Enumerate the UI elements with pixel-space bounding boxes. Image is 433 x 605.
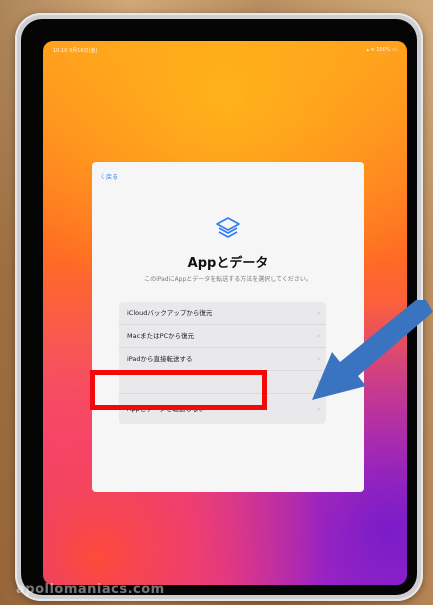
page-title: Appとデータ	[187, 256, 269, 271]
app-stack-icon	[216, 217, 240, 238]
back-button[interactable]: 〈 戻る	[98, 172, 118, 181]
battery-icon: ▭	[392, 47, 397, 53]
back-label: 戻る	[105, 174, 118, 181]
option-mac-pc-restore[interactable]: MacまたはPCから復元 ›	[119, 325, 326, 348]
signal-icon: ▴ ≋	[366, 47, 377, 53]
option-icloud-restore[interactable]: iCloudバックアップから復元 ›	[119, 302, 326, 325]
red-highlight-box	[90, 370, 267, 410]
watermark: apollomaniacs.com	[16, 582, 165, 597]
battery-level: 100%	[376, 47, 391, 53]
status-bar: 10:10 9月16日(金) ▴ ≋ 100% ▭	[43, 41, 407, 57]
status-time: 10:10 9月16日(金)	[53, 48, 98, 54]
option-label: iCloudバックアップから復元	[127, 309, 213, 317]
option-ipad-direct-transfer[interactable]: iPadから直接転送する ›	[119, 348, 326, 371]
option-label: MacまたはPCから復元	[127, 332, 195, 340]
chevron-left-icon: 〈	[98, 174, 105, 181]
page-subtitle: このiPadにAppとデータを転送する方法を選択してください。	[144, 276, 312, 283]
blue-arrow-icon	[312, 300, 433, 400]
option-label: iPadから直接転送する	[127, 355, 193, 363]
status-indicators: ▴ ≋ 100% ▭	[366, 47, 397, 53]
